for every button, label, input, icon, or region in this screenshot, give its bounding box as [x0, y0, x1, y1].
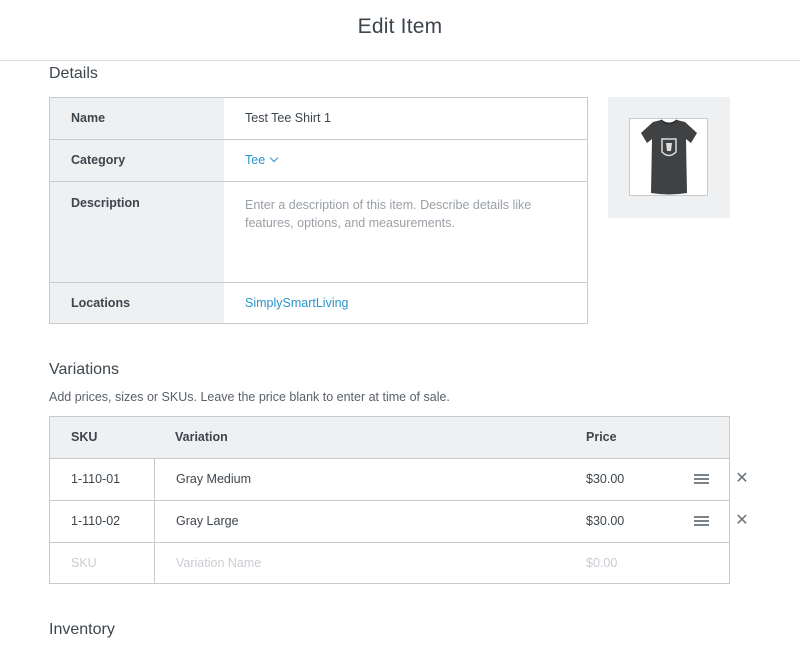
item-image[interactable]	[629, 118, 708, 196]
category-select[interactable]: Tee	[224, 140, 587, 181]
variations-subtitle: Add prices, sizes or SKUs. Leave the pri…	[49, 390, 450, 404]
new-price-input[interactable]: $0.00	[586, 543, 617, 584]
description-label: Description	[50, 182, 224, 282]
column-header-sku: SKU	[71, 430, 98, 444]
column-divider	[154, 501, 155, 542]
sku-input[interactable]: 1-110-01	[71, 459, 120, 500]
variation-name-input[interactable]: Gray Medium	[176, 459, 251, 500]
drag-handle-icon[interactable]	[694, 516, 709, 526]
new-variation-name-input[interactable]: Variation Name	[176, 543, 261, 584]
drag-handle-icon[interactable]	[694, 474, 709, 484]
column-divider	[154, 543, 155, 584]
name-row: Name Test Tee Shirt 1	[50, 98, 587, 140]
price-input[interactable]: $30.00	[586, 459, 624, 500]
variations-table: SKU Variation Price 1-110-01 Gray Medium…	[49, 416, 730, 584]
description-textarea[interactable]: Enter a description of this item. Descri…	[224, 182, 587, 282]
column-header-price: Price	[586, 430, 617, 444]
table-row: 1-110-02 Gray Large $30.00	[50, 501, 729, 543]
table-row: 1-110-01 Gray Medium $30.00	[50, 459, 729, 501]
name-input[interactable]: Test Tee Shirt 1	[224, 98, 587, 139]
new-variation-row: SKU Variation Name $0.00	[50, 543, 729, 585]
description-row: Description Enter a description of this …	[50, 182, 587, 283]
price-input[interactable]: $30.00	[586, 501, 624, 542]
category-label: Category	[50, 140, 224, 181]
description-placeholder: Enter a description of this item. Descri…	[245, 198, 532, 230]
sku-input[interactable]: 1-110-02	[71, 501, 120, 542]
locations-value: SimplySmartLiving	[245, 296, 349, 310]
new-sku-input[interactable]: SKU	[71, 543, 97, 584]
table-header-row: SKU Variation Price	[50, 417, 729, 459]
category-row: Category Tee	[50, 140, 587, 182]
remove-variation-close-icon[interactable]: ✕	[734, 471, 750, 487]
tee-shirt-icon	[640, 119, 697, 195]
chevron-down-icon	[269, 153, 279, 163]
details-section-title: Details	[49, 65, 98, 82]
remove-variation-close-icon[interactable]: ✕	[734, 513, 750, 529]
locations-link[interactable]: SimplySmartLiving	[224, 283, 587, 323]
page-header: Edit Item	[0, 0, 800, 61]
variations-section-title: Variations	[49, 361, 119, 378]
name-label: Name	[50, 98, 224, 139]
category-value: Tee	[245, 153, 266, 167]
item-image-panel[interactable]	[608, 97, 730, 218]
page-title: Edit Item	[357, 15, 443, 38]
column-header-variation: Variation	[175, 430, 228, 444]
locations-label: Locations	[50, 283, 224, 323]
column-divider	[154, 459, 155, 500]
inventory-section-title: Inventory	[49, 621, 115, 638]
locations-row: Locations SimplySmartLiving	[50, 283, 587, 323]
variation-name-input[interactable]: Gray Large	[176, 501, 239, 542]
details-table: Name Test Tee Shirt 1 Category Tee Descr…	[49, 97, 588, 324]
